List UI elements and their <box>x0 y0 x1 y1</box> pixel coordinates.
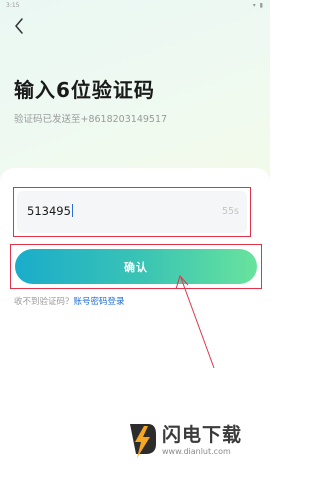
code-input-field[interactable]: 513495 <box>27 204 73 218</box>
status-icons: ▾ ▮ <box>252 2 264 9</box>
page-title: 输入6位验证码 <box>14 78 155 102</box>
code-value: 513495 <box>27 204 71 218</box>
page-subtitle: 验证码已发送至+8618203149517 <box>14 114 168 125</box>
password-login-link[interactable]: 账号密码登录 <box>74 297 125 307</box>
help-prefix: 收不到验证码？ <box>14 297 74 307</box>
resend-countdown: 55s <box>221 206 239 217</box>
code-input[interactable]: 513495 55s <box>17 191 247 233</box>
watermark-url: www.dianlut.com <box>162 447 231 456</box>
confirm-button-label: 确认 <box>124 260 148 274</box>
watermark-name: 闪电下载 <box>162 424 243 446</box>
confirm-button[interactable]: 确认 <box>15 249 257 284</box>
code-input-highlight: 513495 55s <box>13 187 251 237</box>
status-bar: 3:15 ▾ ▮ <box>0 0 270 12</box>
status-time: 3:15 <box>6 2 20 9</box>
watermark: 闪电下载 www.dianlut.com <box>126 420 268 470</box>
chevron-left-icon <box>15 18 23 34</box>
back-button[interactable] <box>10 16 28 36</box>
text-caret <box>71 204 73 217</box>
help-text: 收不到验证码？账号密码登录 <box>14 295 125 307</box>
lightning-logo-icon <box>130 424 156 458</box>
confirm-button-highlight: 确认 <box>10 244 262 289</box>
